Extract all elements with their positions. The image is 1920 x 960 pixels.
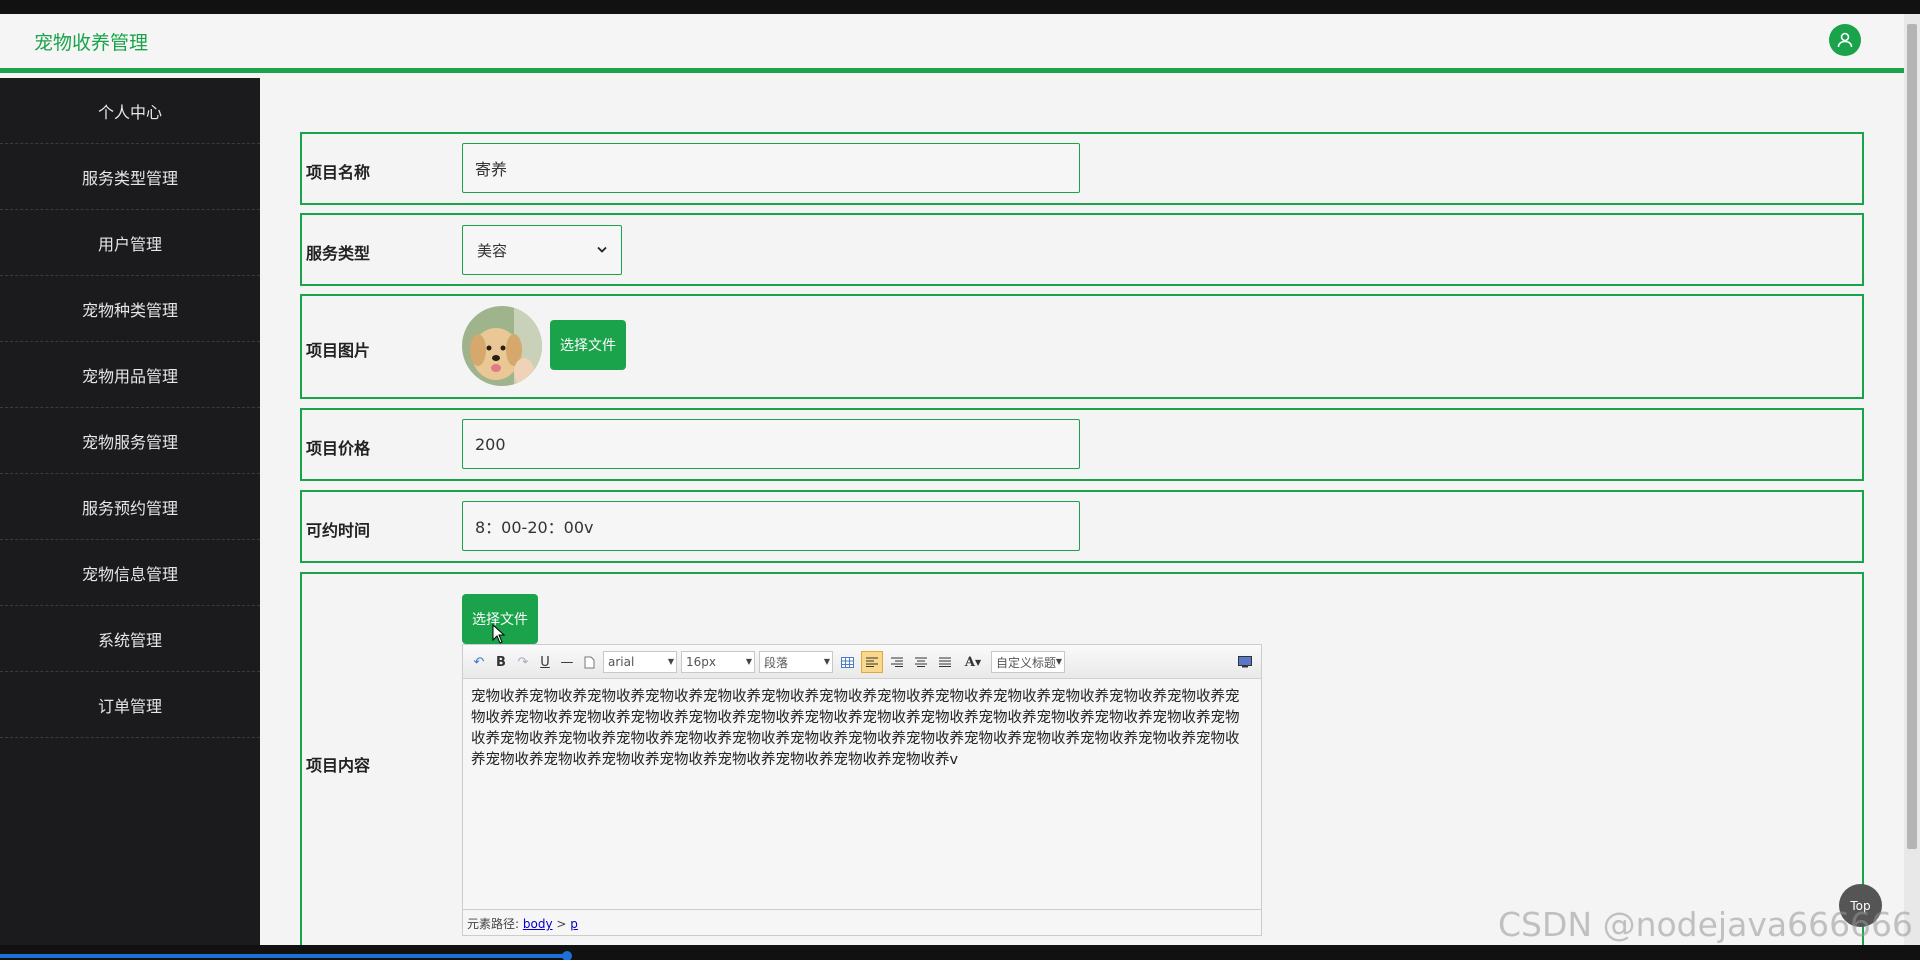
price-row: 项目价格 200 xyxy=(300,408,1864,481)
user-glyph xyxy=(1837,32,1853,48)
align-center-icon[interactable] xyxy=(911,651,931,673)
page-icon[interactable] xyxy=(579,651,599,673)
window-top-band xyxy=(0,0,1920,14)
fullscreen-icon[interactable] xyxy=(1235,651,1255,673)
progress-fill xyxy=(0,954,570,958)
scrollbar-thumb[interactable] xyxy=(1907,24,1917,849)
editor-statusbar: 元素路径: body > p xyxy=(463,909,1261,935)
content-label: 项目内容 xyxy=(306,756,371,775)
caret-down-icon: ▼ xyxy=(823,657,830,666)
chevron-down-icon xyxy=(597,246,607,253)
font-color-icon[interactable]: A ▼ xyxy=(959,651,987,673)
undo-icon[interactable]: ↶ xyxy=(469,651,489,673)
pet-photo xyxy=(462,306,542,386)
app-title: 宠物收养管理 xyxy=(34,32,149,54)
horizontal-rule-icon[interactable]: — xyxy=(557,651,577,673)
image-upload-button[interactable]: 选择文件 xyxy=(550,320,626,370)
rich-text-editor[interactable]: ↶ B ↷ U — arial ▼ 16px ▼ 段落 ▼ A ▼ 自定义标题 … xyxy=(462,644,1262,936)
image-label: 项目图片 xyxy=(306,341,371,360)
progress-handle[interactable] xyxy=(562,951,572,960)
redo-icon[interactable]: ↷ xyxy=(513,651,533,673)
caret-down-icon: ▼ xyxy=(745,657,752,666)
font-family-value: arial xyxy=(608,655,635,669)
table-icon[interactable] xyxy=(837,651,857,673)
sidebar-item-pet-species[interactable]: 宠物种类管理 xyxy=(0,276,260,342)
sidebar-item-system[interactable]: 系统管理 xyxy=(0,606,260,672)
service-type-label: 服务类型 xyxy=(306,244,371,263)
element-path-label: 元素路径: xyxy=(467,917,520,931)
name-row: 项目名称 寄养 xyxy=(300,132,1864,205)
sidebar-item-pet-supplies[interactable]: 宠物用品管理 xyxy=(0,342,260,408)
service-type-row: 服务类型 美容 xyxy=(300,213,1864,286)
vertical-scrollbar[interactable] xyxy=(1904,14,1920,945)
caret-down-icon: ▼ xyxy=(1055,657,1062,666)
time-row: 可约时间 8：00-20：00v xyxy=(300,490,1864,563)
content-row: 项目内容 选择文件 ↶ B ↷ U — arial ▼ 16px ▼ 段落 ▼ … xyxy=(300,572,1864,945)
mouse-cursor-icon xyxy=(492,624,506,644)
sidebar-item-users[interactable]: 用户管理 xyxy=(0,210,260,276)
path-separator: > xyxy=(556,917,567,931)
price-label: 项目价格 xyxy=(306,439,371,458)
path-p-link[interactable]: p xyxy=(570,917,578,931)
sidebar: 个人中心 服务类型管理 用户管理 宠物种类管理 宠物用品管理 宠物服务管理 服务… xyxy=(0,78,260,945)
editor-toolbar: ↶ B ↷ U — arial ▼ 16px ▼ 段落 ▼ A ▼ 自定义标题 … xyxy=(463,645,1261,679)
sidebar-item-service-type[interactable]: 服务类型管理 xyxy=(0,144,260,210)
sidebar-item-service-booking[interactable]: 服务预约管理 xyxy=(0,474,260,540)
image-row: 项目图片 选择文件 xyxy=(300,294,1864,399)
paragraph-value: 段落 xyxy=(764,655,789,670)
price-input[interactable]: 200 xyxy=(462,419,1080,469)
path-body-link[interactable]: body xyxy=(523,917,553,931)
font-family-select[interactable]: arial ▼ xyxy=(603,651,677,673)
sidebar-item-pet-info[interactable]: 宠物信息管理 xyxy=(0,540,260,606)
time-input[interactable]: 8：00-20：00v xyxy=(462,501,1080,551)
header: 宠物收养管理 xyxy=(0,14,1904,73)
time-label: 可约时间 xyxy=(306,521,371,540)
align-justify-icon[interactable] xyxy=(935,651,955,673)
sidebar-item-personal-center[interactable]: 个人中心 xyxy=(0,78,260,144)
name-input[interactable]: 寄养 xyxy=(462,143,1080,193)
font-size-select[interactable]: 16px ▼ xyxy=(681,651,755,673)
service-type-select[interactable]: 美容 xyxy=(462,225,622,275)
bottom-progress-bar xyxy=(0,945,1920,960)
align-right-icon[interactable] xyxy=(887,651,907,673)
watermark: CSDN @nodejava666666 xyxy=(1498,905,1914,944)
name-label: 项目名称 xyxy=(306,163,371,182)
user-icon[interactable] xyxy=(1829,24,1861,56)
form-area: 项目名称 寄养 服务类型 美容 项目图片 选择文件 项目价格 200 可约时间 … xyxy=(260,78,1904,945)
service-type-value: 美容 xyxy=(477,241,508,260)
paragraph-select[interactable]: 段落 ▼ xyxy=(759,651,833,673)
custom-title-select[interactable]: 自定义标题 ▼ xyxy=(991,651,1065,673)
editor-content[interactable]: 宠物收养宠物收养宠物收养宠物收养宠物收养宠物收养宠物收养宠物收养宠物收养宠物收养… xyxy=(463,679,1261,907)
custom-title-value: 自定义标题 xyxy=(996,655,1057,670)
caret-down-icon: ▼ xyxy=(667,657,674,666)
align-left-icon[interactable] xyxy=(861,651,883,673)
font-size-value: 16px xyxy=(686,655,716,669)
sidebar-item-orders[interactable]: 订单管理 xyxy=(0,672,260,738)
bold-icon[interactable]: B xyxy=(491,651,511,673)
app: 宠物收养管理 个人中心 服务类型管理 用户管理 宠物种类管理 宠物用品管理 宠物… xyxy=(0,14,1904,945)
underline-icon[interactable]: U xyxy=(535,651,555,673)
sidebar-item-pet-services[interactable]: 宠物服务管理 xyxy=(0,408,260,474)
